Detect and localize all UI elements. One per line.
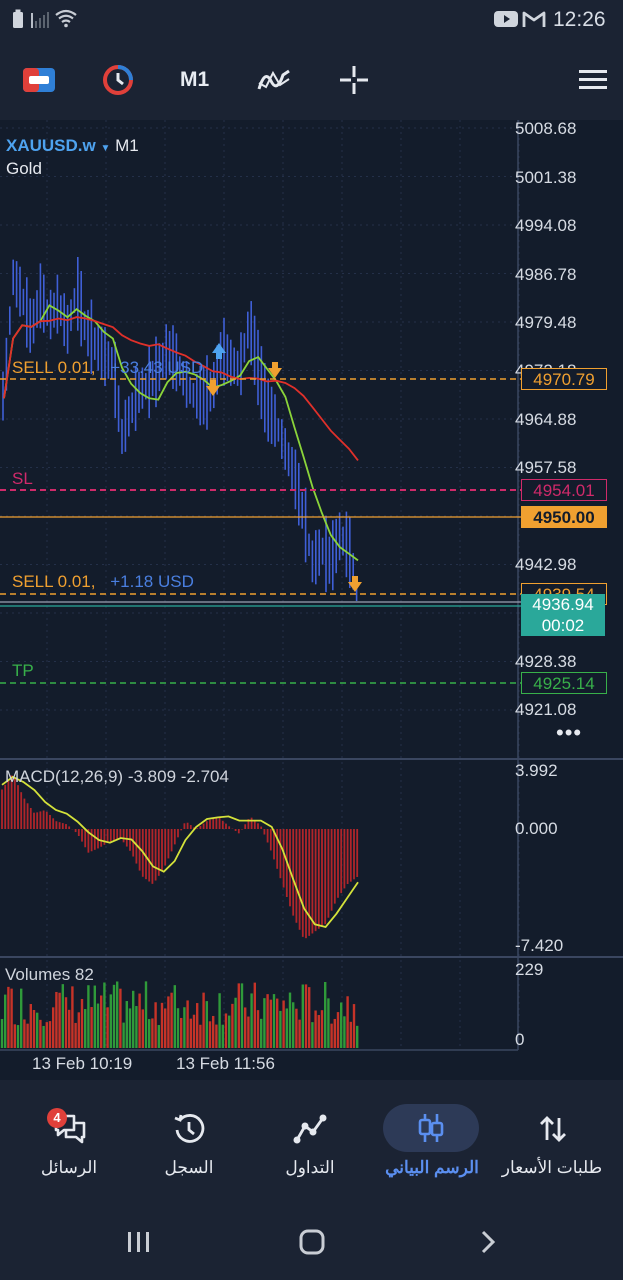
nav-label: الرسائل [40,1158,98,1177]
price-scale-label: 4986.78 [515,265,577,284]
nav-history[interactable]: السجل [134,1098,244,1188]
time-axis-label: 13 Feb 11:56 [176,1054,275,1073]
chart-area[interactable]: XAUUSD.w ▼ M1 Gold 5008.68 5001.38 4994.… [0,119,623,1080]
messages-badge: 4 [47,1108,67,1128]
price-scale-label: 4921.08 [515,700,577,719]
nav-trade[interactable]: التداول [255,1098,365,1188]
switch-chart-icon [23,68,55,92]
symbol-description: Gold [6,159,42,178]
chart-toolbar: M1 [0,40,623,120]
timeframe-button[interactable]: M1 [180,68,209,92]
price-scale-label: 4964.88 [515,410,577,429]
symbol-name[interactable]: XAUUSD.w [6,136,96,155]
history-icon [174,1114,205,1143]
price-scale-label: 4979.48 [515,313,577,332]
nav-label: الرسم البياني [385,1158,479,1177]
nav-label: السجل [164,1158,214,1177]
chevron-down-icon: ▼ [100,143,111,154]
trade-icon [293,1114,327,1144]
macd-scale-label: 3.992 [515,761,558,780]
price-scale-label: 4942.98 [515,555,577,574]
symbol-timeframe: M1 [115,136,139,155]
macd-scale-label: -7.420 [515,936,564,955]
symbol-info[interactable]: XAUUSD.w ▼ M1 [6,136,139,156]
chart-icon [418,1114,444,1142]
quotes-icon [540,1116,566,1142]
more-options-button[interactable]: ••• [556,720,582,746]
sell-order-2-label[interactable]: SELL 0.01, +1.18 USD [12,572,194,592]
sell-order-1-profit: +33.43 USD [110,358,204,377]
indicators-button[interactable] [256,58,292,102]
stop-loss-price-box[interactable]: 4954.01 [521,479,607,501]
nav-label: طلبات الأسعار [501,1158,603,1177]
price-scale-label: 5008.68 [515,119,577,138]
app-screen: 12:26 M1 XAUUSD.w ▼ M1 Gold 5008.68 5001… [0,0,623,1280]
history-clock-button[interactable] [102,58,134,102]
take-profit-label[interactable]: TP [12,661,34,681]
menu-icon [579,70,607,89]
volumes-scale-label: 229 [515,960,544,979]
sell-order-2-profit: +1.18 USD [110,572,194,591]
price-scale-label: 4957.58 [515,458,577,477]
price-scale-label: 5001.38 [515,168,577,187]
nav-chart[interactable]: الرسم البياني [377,1098,487,1188]
home-icon[interactable] [298,1228,326,1256]
volumes-scale-label: 0 [515,1030,525,1049]
history-clock-icon [103,65,133,95]
bid-price: 4936.94 [532,595,594,614]
alert-line-price-box[interactable]: 4950.00 [521,506,607,528]
macd-label: MACD(12,26,9) -3.809 -2.704 [5,767,229,786]
sell-arrow-icon [268,362,282,378]
signal-icon [31,12,49,28]
sell-order-1-price-box[interactable]: 4970.79 [521,368,607,390]
bid-countdown: 00:02 [541,616,585,635]
back-icon[interactable] [478,1230,498,1254]
bid-price-box[interactable]: 4936.94 00:02 [521,594,605,636]
battery-icon [13,9,23,28]
crosshair-button[interactable] [338,58,370,102]
nav-quotes[interactable]: طلبات الأسعار [497,1098,607,1188]
youtube-icon [494,11,518,27]
sell-order-1-label[interactable]: SELL 0.01, +33.43 USD [12,358,203,378]
indicators-icon [257,69,290,90]
sell-order-1-text: SELL 0.01, [12,358,96,377]
status-bar: 12:26 [0,0,623,40]
price-scale-label: 4994.08 [515,216,577,235]
switch-chart-button[interactable] [22,58,56,102]
system-navigation-bar [0,1200,623,1280]
menu-button[interactable] [578,58,608,102]
bottom-navigation: 4 الرسائل السجل التداول الرسم البياني طل… [0,1080,623,1200]
volumes-label: Volumes 82 [5,965,94,984]
crosshair-icon [340,66,368,94]
sell-order-2-text: SELL 0.01, [12,572,96,591]
gmail-icon [522,11,546,27]
macd-scale-label: 0.000 [515,819,558,838]
recents-icon[interactable] [126,1230,152,1254]
wifi-icon [55,9,77,28]
nav-messages[interactable]: 4 الرسائل [14,1098,124,1188]
time-axis-label: 13 Feb 10:19 [32,1054,133,1073]
take-profit-price-box[interactable]: 4925.14 [521,672,607,694]
stop-loss-label[interactable]: SL [12,469,33,489]
nav-label: التداول [285,1158,335,1177]
moving-average-slow [3,316,359,461]
clock: 12:26 [553,8,606,31]
price-scale-label: 4928.38 [515,652,577,671]
macd-signal-line [1,775,359,929]
